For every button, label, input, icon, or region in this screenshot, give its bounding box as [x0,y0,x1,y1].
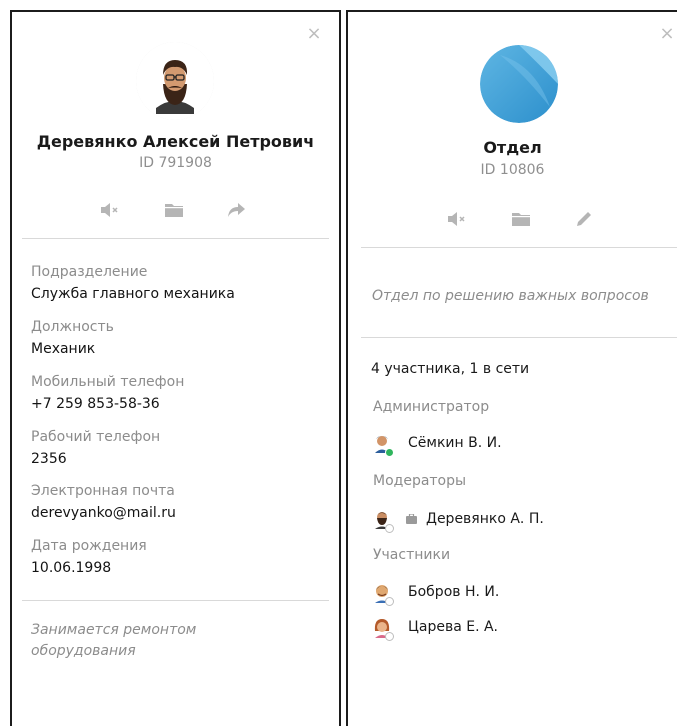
briefcase-icon [406,514,417,524]
field-label-work-phone: Рабочий телефон [31,429,161,445]
field-value-department: Служба главного механика [31,286,235,302]
online-status-icon [385,448,394,457]
moderators-label: Модераторы [373,473,467,489]
offline-status-icon [385,524,394,533]
mute-icon[interactable] [97,198,121,222]
offline-status-icon [385,632,394,641]
member-name: Бобров Н. И. [408,584,500,600]
divider [361,247,677,248]
field-value-birthdate: 10.06.1998 [31,560,112,576]
profile-actions [12,198,339,222]
field-value-mobile-phone[interactable]: +7 259 853-58-36 [31,396,160,412]
group-name: Отдел [483,138,542,157]
folder-icon[interactable] [509,207,533,231]
mute-icon[interactable] [444,207,468,231]
group-info-panel: × Отдел ID 10806 Отдел по решению важных… [346,10,677,726]
divider [22,600,329,601]
user-profile-panel: × Деревянко Алексей Петрович ID 791908 П… [10,10,341,726]
close-icon[interactable]: × [306,25,322,43]
member-name: Деревянко А. П. [426,511,544,527]
field-label-birthdate: Дата рождения [31,538,147,554]
field-value-work-phone[interactable]: 2356 [31,451,67,467]
group-id: ID 10806 [480,162,545,178]
field-label-position: Должность [31,319,114,335]
group-description: Отдел по решению важных вопросов [372,288,649,304]
participants-label: Участники [373,547,451,563]
divider [22,238,329,239]
edit-pencil-icon[interactable] [572,207,596,231]
group-actions [348,207,677,231]
group-avatar [480,45,558,123]
field-label-email: Электронная почта [31,483,175,499]
offline-status-icon [385,597,394,606]
folder-icon[interactable] [162,198,186,222]
field-label-department: Подразделение [31,264,148,280]
user-id: ID 791908 [139,155,212,171]
divider [361,337,677,338]
user-avatar [136,42,214,120]
share-icon[interactable] [224,198,248,222]
members-count: 4 участника, 1 в сети [371,361,530,377]
field-value-email[interactable]: derevyanko@mail.ru [31,505,176,521]
field-label-mobile-phone: Мобильный телефон [31,374,185,390]
field-value-position: Механик [31,341,96,357]
member-name: Царева Е. А. [408,619,499,635]
admin-label: Администратор [373,399,490,415]
user-about: Занимается ремонтом оборудования [31,622,197,659]
member-name: Сёмкин В. И. [408,435,502,451]
user-full-name: Деревянко Алексей Петрович [36,132,315,151]
close-icon[interactable]: × [659,25,675,43]
